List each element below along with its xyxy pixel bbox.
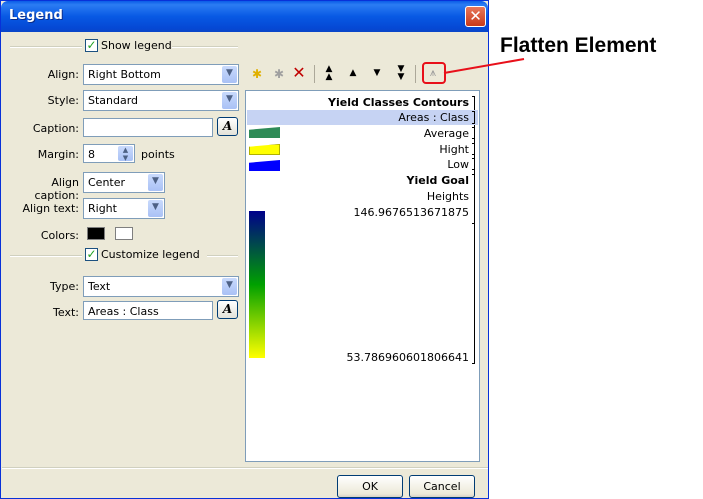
align-caption-label: Align caption: bbox=[34, 176, 79, 202]
callout-label: Flatten Element bbox=[500, 34, 657, 57]
class-label-hight: Hight bbox=[439, 143, 469, 156]
gradient-ramp bbox=[249, 211, 265, 358]
legend-preview[interactable]: Yield Classes Contours Areas : Class Ave… bbox=[245, 90, 480, 462]
text-color-swatch[interactable] bbox=[87, 227, 105, 240]
delete-icon[interactable]: ✕ bbox=[291, 65, 307, 81]
close-button[interactable]: ✕ bbox=[465, 6, 486, 27]
ok-button-label: OK bbox=[362, 480, 378, 493]
show-legend-separator-right bbox=[172, 46, 238, 48]
chevron-down-icon[interactable]: ▼ bbox=[222, 66, 237, 83]
cancel-button[interactable]: Cancel bbox=[409, 475, 475, 498]
class-swatch-hight bbox=[249, 144, 280, 155]
show-legend-label: Show legend bbox=[101, 39, 172, 52]
margin-label: Margin: bbox=[37, 148, 79, 161]
show-legend-separator-left bbox=[10, 46, 82, 48]
align-text-label: Align text: bbox=[22, 202, 79, 215]
bracket-goal bbox=[472, 174, 475, 364]
caption-input[interactable] bbox=[83, 118, 213, 137]
goal-heading: Yield Goal bbox=[406, 174, 469, 187]
style-select[interactable]: Standard ▼ bbox=[83, 90, 239, 111]
align-value: Right Bottom bbox=[88, 68, 161, 81]
callout-line bbox=[443, 58, 525, 74]
chevron-down-icon[interactable]: ▼ bbox=[148, 174, 163, 191]
type-label: Type: bbox=[50, 280, 79, 293]
align-caption-value: Center bbox=[88, 176, 126, 189]
margin-unit: points bbox=[141, 148, 175, 161]
customize-legend-checkbox[interactable]: ✓ bbox=[85, 248, 98, 261]
text-label: Text: bbox=[53, 306, 79, 319]
legend-dialog: Legend ✕ ✓ Show legend Align: Right Bott… bbox=[0, 0, 489, 499]
chevron-down-icon[interactable]: ▼ bbox=[148, 200, 163, 217]
bracket-low bbox=[472, 158, 475, 170]
chevron-down-icon[interactable]: ▼ bbox=[222, 92, 237, 109]
move-down-icon[interactable]: ▼ bbox=[369, 65, 385, 81]
preview-heading: Yield Classes Contours bbox=[328, 96, 469, 109]
toolbar-separator bbox=[314, 65, 315, 83]
align-text-value: Right bbox=[88, 202, 117, 215]
add-sub-element-icon[interactable]: ✱ bbox=[271, 66, 287, 82]
margin-value: 8 bbox=[88, 148, 95, 161]
window-title: Legend bbox=[9, 8, 63, 23]
text-value: Areas : Class bbox=[88, 305, 159, 318]
colors-label: Colors: bbox=[40, 229, 79, 242]
toolbar-separator bbox=[415, 65, 416, 83]
customize-legend-separator-left bbox=[10, 255, 82, 257]
gradient-max-value: 146.9676513671875 bbox=[353, 206, 469, 219]
bracket-selected bbox=[472, 111, 475, 124]
style-label: Style: bbox=[47, 94, 79, 107]
move-up-icon[interactable]: ▲ bbox=[345, 65, 361, 81]
class-label-low: Low bbox=[447, 158, 469, 171]
gradient-min-value: 53.786960601806641 bbox=[346, 351, 469, 364]
selected-item-label: Areas : Class bbox=[398, 111, 469, 124]
background-color-swatch[interactable] bbox=[115, 227, 133, 240]
spinner-arrows-icon[interactable]: ▲ ▼ bbox=[118, 146, 133, 162]
ok-button[interactable]: OK bbox=[337, 475, 403, 498]
move-top-icon[interactable]: ▲ ▲ bbox=[321, 65, 337, 82]
goal-subheading: Heights bbox=[426, 190, 469, 203]
class-swatch-average bbox=[249, 127, 280, 138]
bracket-hight bbox=[472, 143, 475, 155]
style-value: Standard bbox=[88, 94, 139, 107]
close-icon: ✕ bbox=[469, 7, 482, 25]
align-text-select[interactable]: Right ▼ bbox=[83, 198, 165, 219]
font-icon: A bbox=[222, 302, 233, 316]
title-bar[interactable]: Legend ✕ bbox=[1, 1, 488, 32]
align-select[interactable]: Right Bottom ▼ bbox=[83, 64, 239, 85]
align-caption-select[interactable]: Center ▼ bbox=[83, 172, 165, 193]
add-element-icon[interactable]: ✱ bbox=[249, 66, 265, 82]
cancel-button-label: Cancel bbox=[423, 480, 461, 493]
text-input[interactable]: Areas : Class bbox=[83, 301, 213, 320]
align-label: Align: bbox=[47, 68, 79, 81]
footer-divider bbox=[2, 467, 488, 469]
type-value: Text bbox=[88, 280, 111, 293]
bracket-average bbox=[472, 127, 475, 139]
class-label-average: Average bbox=[423, 127, 469, 140]
text-format-button[interactable]: A bbox=[217, 300, 238, 319]
class-swatch-low bbox=[249, 160, 280, 171]
customize-legend-separator-right bbox=[207, 255, 238, 257]
font-icon: A bbox=[222, 119, 233, 133]
move-bottom-icon[interactable]: ▼ ▼ bbox=[393, 65, 409, 82]
chevron-down-icon[interactable]: ▼ bbox=[222, 278, 237, 295]
margin-spinner[interactable]: 8 ▲ ▼ bbox=[83, 144, 135, 163]
type-select[interactable]: Text ▼ bbox=[83, 276, 239, 297]
caption-format-button[interactable]: A bbox=[217, 117, 238, 136]
show-legend-checkbox[interactable]: ✓ bbox=[85, 39, 98, 52]
caption-label: Caption: bbox=[32, 122, 79, 135]
customize-legend-label: Customize legend bbox=[101, 248, 200, 261]
